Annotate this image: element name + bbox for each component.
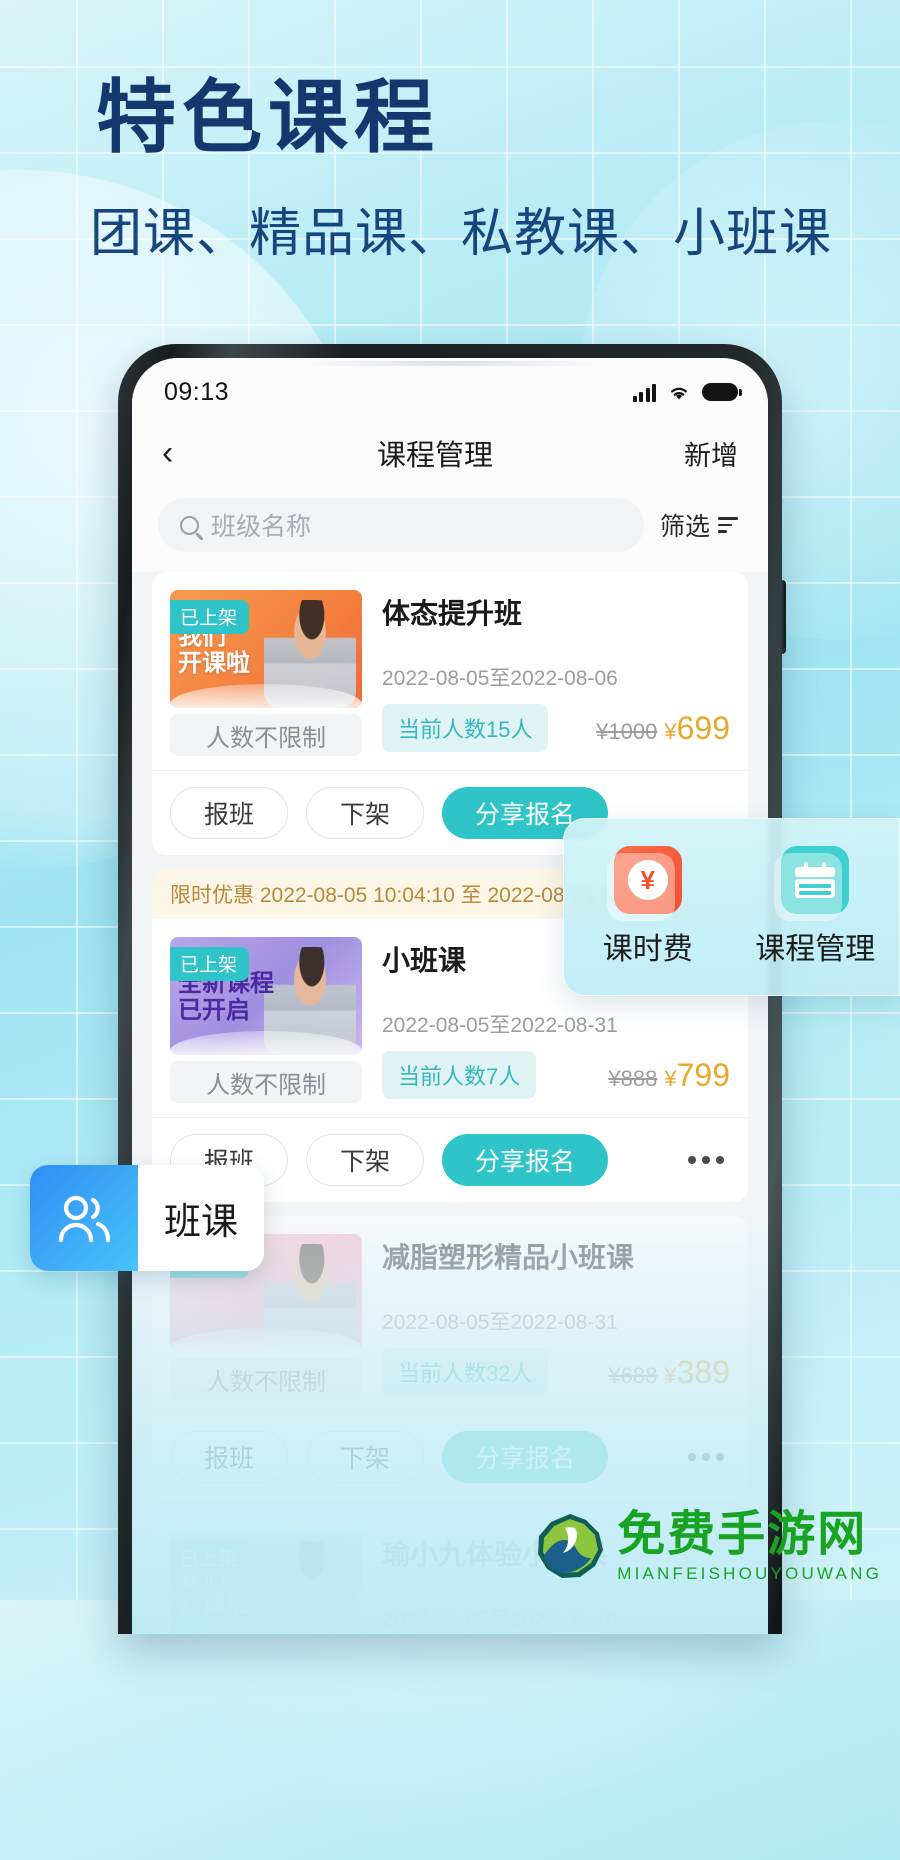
capacity-label: 人数不限制 xyxy=(170,714,362,756)
course-thumbnail-wrap: 已上架 我们 开课啦 人数不限制 xyxy=(170,590,362,756)
overlay-item-label: 课时费 xyxy=(602,933,693,966)
course-date-range: 2022-08-05至2022-08-31 xyxy=(382,1014,618,1037)
calendar-icon xyxy=(774,846,850,921)
enroll-button[interactable]: 报班 xyxy=(170,1431,288,1483)
price-value: 699 xyxy=(676,709,730,746)
enrollment-count-chip: 当前人数32人 xyxy=(382,1348,549,1396)
course-thumbnail-wrap: 已上架 全新课程 已开启 人数不限制 xyxy=(170,937,362,1103)
battery-icon xyxy=(702,383,742,401)
course-meta-row: 当前人数32人 ¥688 ¥389 xyxy=(382,1348,730,1396)
course-title: 减脂塑形精品小班课 xyxy=(382,1242,635,1273)
course-thumbnail-wrap: 已上架 我们 开课啦 人数不限制 xyxy=(170,1531,362,1634)
share-signup-button[interactable]: 分享报名 xyxy=(442,1134,608,1186)
calendar-glyph xyxy=(795,862,836,898)
current-price: ¥389 xyxy=(664,1354,730,1391)
price-value: 799 xyxy=(676,1056,730,1093)
share-signup-button[interactable]: 分享报名 xyxy=(442,1431,608,1483)
enrollment-count-chip: 当前人数15人 xyxy=(382,704,549,752)
back-chevron-icon[interactable]: ‹ xyxy=(162,436,222,470)
thumbnail-text-line2: 开课啦 xyxy=(178,1590,250,1618)
currency-symbol: ¥ xyxy=(664,718,677,744)
nav-bar: ‹ 课程管理 新增 xyxy=(132,416,768,490)
poster-headline: 特色课程 xyxy=(96,73,440,162)
price-value: 389 xyxy=(676,1353,730,1390)
course-meta-row: 当前人数7人 ¥888 ¥799 xyxy=(382,1051,730,1099)
course-info: 体态提升班 2022-08-05至2022-08-06 当前人数15人 ¥100… xyxy=(382,590,730,756)
wifi-icon xyxy=(671,387,687,399)
thumbnail-text-line2: 开课啦 xyxy=(178,649,250,677)
course-thumbnail: 已上架 全新课程 已开启 xyxy=(170,937,362,1055)
status-icons xyxy=(632,383,742,402)
page-title: 课程管理 xyxy=(376,440,493,472)
search-icon xyxy=(180,515,199,535)
course-date-range: 2022-08-05至2022-08-31 xyxy=(382,1311,618,1334)
course-card-body: 已上架 我们 开课啦 人数不限制 体态提升班 2022-08-05至2022-0… xyxy=(152,572,748,770)
overlay-item-label: 课程管理 xyxy=(755,933,876,966)
course-date-range: 2022-08-05至2022-08-10 xyxy=(382,1608,618,1631)
search-input[interactable]: 班级名称 xyxy=(158,498,644,552)
capacity-label: 人数不限制 xyxy=(170,1358,362,1400)
yen-fee-icon: ¥ xyxy=(606,846,682,921)
status-badge: 已上架 xyxy=(170,947,250,981)
feature-overlay-panel: ¥ 课时费 课程管理 xyxy=(563,818,900,996)
course-list: 已上架 我们 开课啦 人数不限制 体态提升班 2022-08-05至2022-0… xyxy=(132,572,768,1634)
watermark-title: 免费手游网 xyxy=(617,1508,868,1561)
poster-subheadline: 团课、精品课、私教课、小班课 xyxy=(90,205,833,263)
phone-side-button xyxy=(780,580,786,654)
course-info: 减脂塑形精品小班课 2022-08-05至2022-08-31 当前人数32人 … xyxy=(382,1234,730,1400)
yen-symbol: ¥ xyxy=(627,860,668,900)
filter-label: 筛选 xyxy=(659,513,710,541)
unpublish-button[interactable]: 下架 xyxy=(306,1134,424,1186)
enrollment-count-chip: 当前人数7人 xyxy=(382,1051,537,1099)
status-bar: 09:13 xyxy=(132,358,768,416)
course-meta-row: 当前人数15人 ¥1000 ¥699 xyxy=(382,704,730,752)
class-course-chip[interactable]: 班课 xyxy=(30,1165,264,1271)
filter-icon xyxy=(718,517,738,533)
phone-speaker-grille xyxy=(300,361,600,366)
watermark: 免费手游网 MIANFEISHOUYOUWANG xyxy=(535,1511,882,1582)
capacity-label: 人数不限制 xyxy=(170,1061,362,1103)
price-group: ¥1000 ¥699 xyxy=(596,710,730,747)
status-badge: 已上架 xyxy=(170,1541,250,1575)
chip-label: 班课 xyxy=(164,1201,238,1242)
filter-button[interactable]: 筛选 xyxy=(660,507,742,543)
thumbnail-person-illustration xyxy=(264,1541,356,1634)
course-thumbnail: 已上架 我们 开课啦 xyxy=(170,590,362,708)
current-price: ¥699 xyxy=(664,710,730,747)
enroll-button[interactable]: 报班 xyxy=(170,787,288,839)
original-price: ¥1000 xyxy=(596,718,658,744)
thumbnail-text-line2: 已开启 xyxy=(178,996,250,1024)
add-button[interactable]: 新增 xyxy=(648,434,738,473)
more-options-icon[interactable] xyxy=(688,1453,730,1461)
search-row: 班级名称 筛选 xyxy=(132,490,768,572)
course-date-range: 2022-08-05至2022-08-06 xyxy=(382,667,618,690)
cellular-signal-icon xyxy=(632,383,656,402)
current-price: ¥799 xyxy=(664,1057,730,1094)
price-group: ¥888 ¥799 xyxy=(608,1057,730,1094)
overlay-item-course-management[interactable]: 课程管理 xyxy=(745,846,885,968)
group-people-icon xyxy=(30,1165,138,1271)
watermark-subtitle: MIANFEISHOUYOUWANG xyxy=(617,1564,882,1583)
phone-screen: 09:13 ‹ 课程管理 新增 班级名称 筛选 已上架 我们 开课啦 人数不限制… xyxy=(132,358,768,1634)
currency-symbol: ¥ xyxy=(664,1065,677,1091)
original-price: ¥888 xyxy=(608,1065,658,1091)
status-badge: 已上架 xyxy=(170,600,250,634)
unpublish-button[interactable]: 下架 xyxy=(306,787,424,839)
search-placeholder: 班级名称 xyxy=(211,513,312,541)
more-options-icon[interactable] xyxy=(688,1156,730,1164)
original-price: ¥688 xyxy=(608,1362,658,1388)
course-actions: 报班 下架 分享报名 xyxy=(152,1414,748,1499)
overlay-item-class-fee[interactable]: ¥ 课时费 xyxy=(578,846,718,968)
course-thumbnail: 已上架 我们 开课啦 xyxy=(170,1531,362,1634)
status-time: 09:13 xyxy=(164,377,230,406)
price-group: ¥688 ¥389 xyxy=(608,1354,730,1391)
course-card[interactable]: 已上架 我们 开课啦 人数不限制 体态提升班 2022-08-05至2022-0… xyxy=(152,572,748,855)
course-title: 体态提升班 xyxy=(382,598,523,629)
watermark-text: 免费手游网 MIANFEISHOUYOUWANG xyxy=(617,1508,882,1583)
currency-symbol: ¥ xyxy=(664,1362,677,1388)
unpublish-button[interactable]: 下架 xyxy=(306,1431,424,1483)
mountain-logo-icon xyxy=(535,1512,605,1582)
